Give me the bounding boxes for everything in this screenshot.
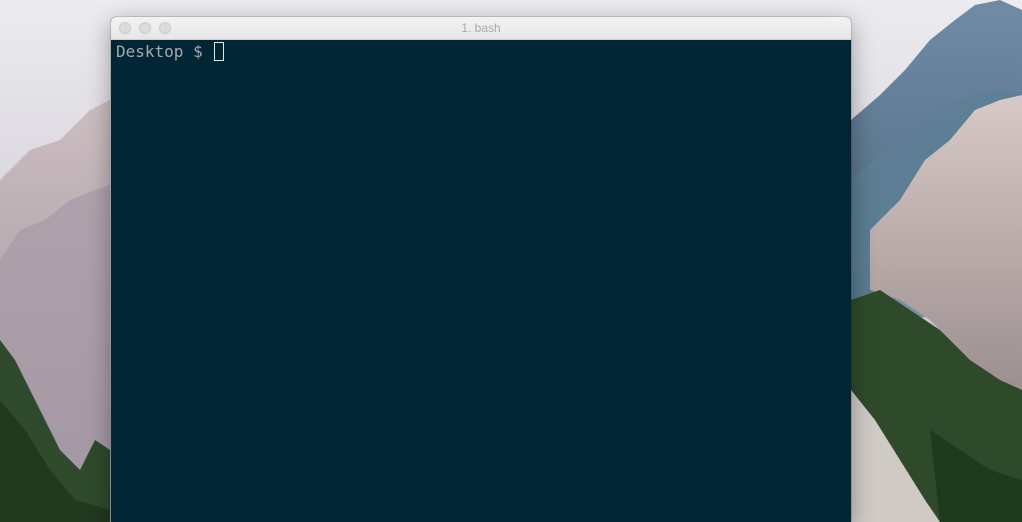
window-title: 1. bash [461, 21, 501, 35]
shell-prompt: Desktop $ [116, 42, 213, 61]
terminal-window[interactable]: 1. bash Desktop $ [111, 17, 851, 522]
window-titlebar[interactable]: 1. bash [111, 17, 851, 40]
prompt-line: Desktop $ [116, 42, 225, 62]
text-cursor [214, 42, 225, 61]
terminal-area[interactable]: Desktop $ [111, 40, 851, 522]
